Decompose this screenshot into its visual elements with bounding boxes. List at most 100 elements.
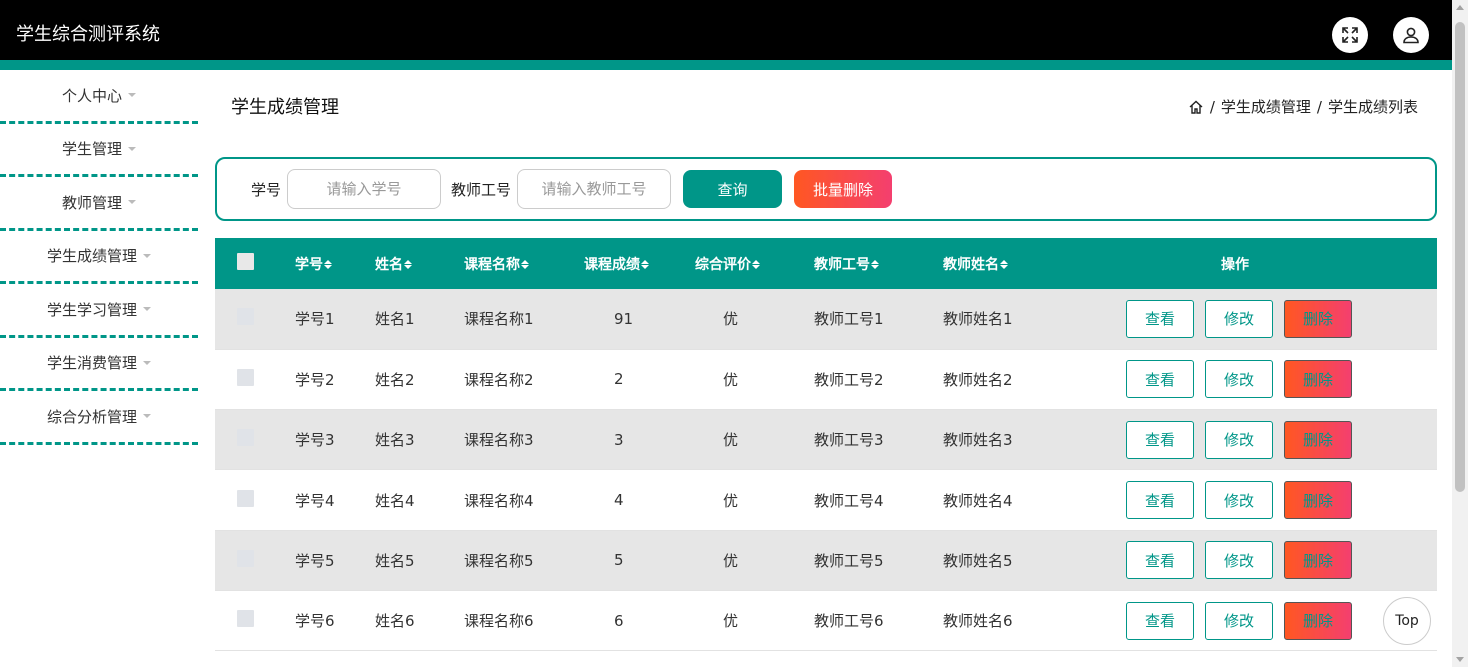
caret-down-icon bbox=[128, 93, 136, 98]
user-menu-button[interactable] bbox=[1393, 17, 1429, 53]
sidebar-item-analysis-management[interactable]: 综合分析管理 bbox=[0, 391, 198, 445]
edit-button[interactable]: 修改 bbox=[1205, 481, 1273, 520]
cell-teacher-name: 教师姓名6 bbox=[943, 612, 1013, 631]
caret-down-icon bbox=[143, 307, 151, 312]
sidebar-item-student-management[interactable]: 学生管理 bbox=[0, 124, 198, 177]
delete-button[interactable]: 删除 bbox=[1284, 420, 1352, 459]
view-button[interactable]: 查看 bbox=[1126, 360, 1194, 399]
view-button[interactable]: 查看 bbox=[1126, 541, 1194, 580]
delete-button[interactable]: 删除 bbox=[1284, 481, 1352, 520]
column-header-student-id[interactable]: 学号 bbox=[295, 238, 375, 289]
back-to-top-button[interactable]: Top bbox=[1383, 597, 1431, 645]
cell-name: 姓名1 bbox=[375, 310, 415, 329]
cell-name: 姓名6 bbox=[375, 612, 415, 631]
sidebar-item-study-management[interactable]: 学生学习管理 bbox=[0, 284, 198, 338]
table-row: 学号2 姓名2 课程名称2 2 优 教师工号2 教师姓名2 查看 修改 删除 bbox=[215, 349, 1437, 410]
breadcrumb: / 学生成绩管理 / 学生成绩列表 bbox=[1188, 96, 1418, 117]
app-title: 学生综合测评系统 bbox=[16, 24, 160, 45]
sidebar-item-score-management[interactable]: 学生成绩管理 bbox=[0, 231, 198, 284]
sort-icon[interactable] bbox=[641, 260, 649, 269]
scrollbar-thumb[interactable] bbox=[1455, 22, 1465, 492]
cell-course: 课程名称5 bbox=[464, 551, 534, 570]
caret-down-icon bbox=[143, 253, 151, 258]
column-header-score[interactable]: 课程成绩 bbox=[584, 238, 695, 289]
student-id-input[interactable] bbox=[287, 169, 442, 209]
cell-name: 姓名3 bbox=[375, 431, 415, 450]
sidebar-item-label: 学生学习管理 bbox=[46, 300, 137, 319]
sort-icon[interactable] bbox=[324, 260, 332, 269]
sidebar-item-personal-center[interactable]: 个人中心 bbox=[0, 70, 198, 124]
edit-button[interactable]: 修改 bbox=[1205, 541, 1273, 580]
sort-icon[interactable] bbox=[521, 260, 529, 269]
delete-button[interactable]: 删除 bbox=[1284, 541, 1352, 580]
cell-student-id: 学号2 bbox=[295, 370, 335, 389]
sidebar: 个人中心 学生管理 教师管理 学生成绩管理 学生学习管理 学生消费管理 综合分析… bbox=[0, 70, 200, 445]
cell-course: 课程名称3 bbox=[464, 431, 534, 450]
column-header-evaluation[interactable]: 综合评价 bbox=[695, 238, 814, 289]
cell-evaluation: 优 bbox=[723, 431, 739, 450]
column-header-label: 综合评价 bbox=[695, 256, 751, 273]
sort-icon[interactable] bbox=[1000, 260, 1008, 269]
row-checkbox[interactable] bbox=[237, 549, 254, 567]
column-header-label: 教师工号 bbox=[814, 256, 870, 273]
sidebar-item-label: 学生成绩管理 bbox=[46, 247, 137, 266]
row-checkbox[interactable] bbox=[237, 368, 254, 386]
column-header-name[interactable]: 姓名 bbox=[375, 238, 464, 289]
column-header-teacher-name[interactable]: 教师姓名 bbox=[943, 238, 1126, 289]
sidebar-item-teacher-management[interactable]: 教师管理 bbox=[0, 177, 198, 231]
scroll-up-arrow-icon[interactable] bbox=[1456, 5, 1464, 10]
fullscreen-button[interactable] bbox=[1332, 17, 1368, 53]
sort-icon[interactable] bbox=[404, 260, 412, 269]
delete-button[interactable]: 删除 bbox=[1284, 360, 1352, 399]
cell-evaluation: 优 bbox=[723, 310, 739, 329]
sidebar-item-consumption-management[interactable]: 学生消费管理 bbox=[0, 338, 198, 391]
batch-delete-button[interactable]: 批量删除 bbox=[794, 170, 893, 208]
cell-student-id: 学号3 bbox=[295, 431, 335, 450]
cell-course: 课程名称6 bbox=[464, 612, 534, 631]
row-actions: 查看 修改 删除 bbox=[1126, 299, 1437, 338]
table-row: 学号5 姓名5 课程名称5 5 优 教师工号5 教师姓名5 查看 修改 删除 bbox=[215, 530, 1437, 591]
cell-score: 5 bbox=[614, 551, 624, 570]
sidebar-item-label: 学生管理 bbox=[61, 140, 122, 159]
home-icon[interactable] bbox=[1188, 99, 1204, 115]
edit-button[interactable]: 修改 bbox=[1205, 299, 1273, 338]
row-checkbox[interactable] bbox=[237, 308, 254, 326]
teacher-id-input[interactable] bbox=[517, 169, 672, 209]
delete-button[interactable]: 删除 bbox=[1284, 299, 1352, 338]
select-all-checkbox[interactable] bbox=[237, 253, 254, 270]
column-header-teacher-id[interactable]: 教师工号 bbox=[814, 238, 943, 289]
cell-teacher-name: 教师姓名2 bbox=[943, 370, 1013, 389]
cell-student-id: 学号5 bbox=[295, 551, 335, 570]
query-button[interactable]: 查询 bbox=[683, 170, 783, 208]
column-header-label: 教师姓名 bbox=[943, 256, 999, 273]
edit-button[interactable]: 修改 bbox=[1205, 601, 1273, 640]
view-button[interactable]: 查看 bbox=[1126, 601, 1194, 640]
row-actions: 查看 修改 删除 bbox=[1126, 360, 1437, 399]
fullscreen-icon bbox=[1342, 27, 1358, 43]
edit-button[interactable]: 修改 bbox=[1205, 360, 1273, 399]
breadcrumb-item-score-management[interactable]: 学生成绩管理 bbox=[1221, 96, 1311, 117]
scroll-down-arrow-icon[interactable] bbox=[1456, 657, 1464, 662]
row-checkbox[interactable] bbox=[237, 610, 254, 628]
column-header-label: 学号 bbox=[295, 256, 323, 273]
view-button[interactable]: 查看 bbox=[1126, 481, 1194, 520]
student-id-label: 学号 bbox=[251, 180, 282, 199]
table-header-row: 学号 姓名 课程名称 课程成绩 综合评价 教师工号 教师姓名 操作 bbox=[215, 238, 1437, 289]
delete-button[interactable]: 删除 bbox=[1284, 601, 1352, 640]
cell-score: 2 bbox=[614, 370, 624, 389]
breadcrumb-separator: / bbox=[1316, 97, 1322, 116]
row-checkbox[interactable] bbox=[237, 489, 254, 507]
header-accent-stripe bbox=[0, 60, 1452, 70]
view-button[interactable]: 查看 bbox=[1126, 420, 1194, 459]
cell-evaluation: 优 bbox=[723, 612, 739, 631]
row-checkbox[interactable] bbox=[237, 429, 254, 447]
sort-icon[interactable] bbox=[752, 260, 760, 269]
cell-course: 课程名称2 bbox=[464, 370, 534, 389]
cell-evaluation: 优 bbox=[723, 370, 739, 389]
page-scrollbar[interactable] bbox=[1452, 0, 1468, 667]
column-header-course[interactable]: 课程名称 bbox=[464, 238, 584, 289]
sort-icon[interactable] bbox=[871, 260, 879, 269]
cell-teacher-name: 教师姓名4 bbox=[943, 491, 1013, 510]
edit-button[interactable]: 修改 bbox=[1205, 420, 1273, 459]
view-button[interactable]: 查看 bbox=[1126, 299, 1194, 338]
